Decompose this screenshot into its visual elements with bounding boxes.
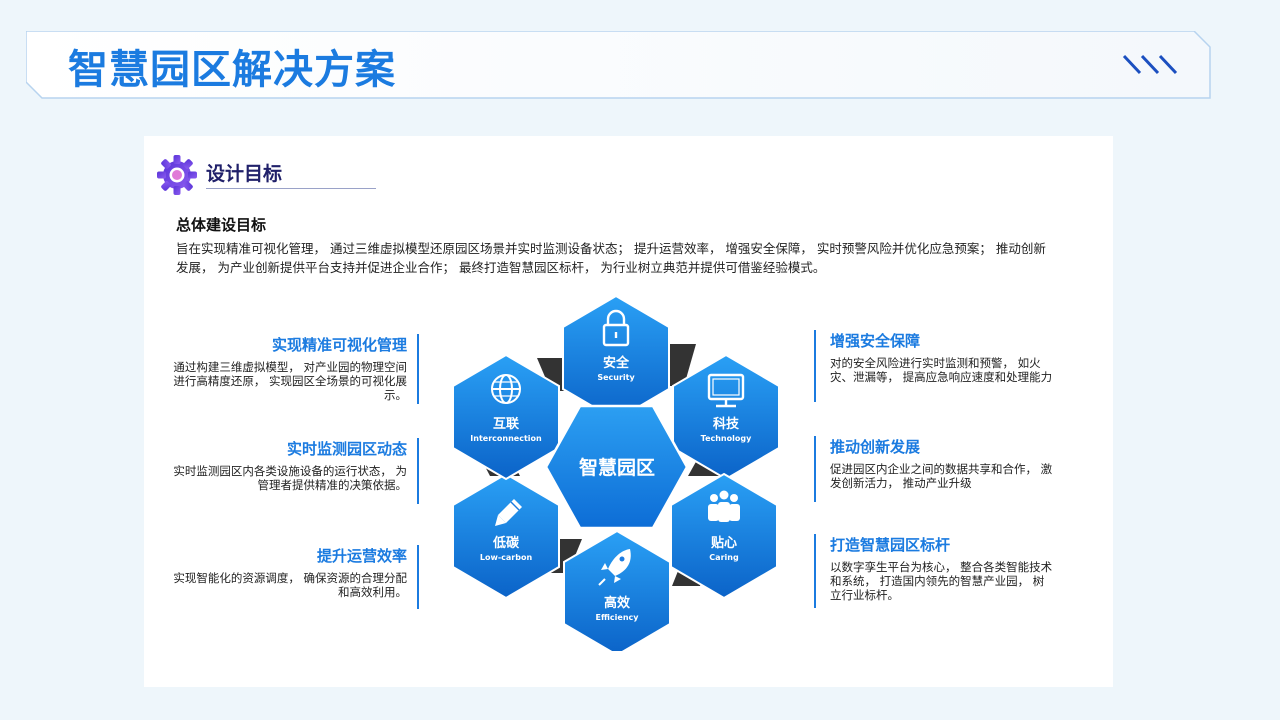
hex-label-zh: 科技 bbox=[713, 416, 740, 432]
hex-security: 安全 Security bbox=[562, 294, 670, 422]
title-bar: 智慧园区解决方案 bbox=[26, 31, 1211, 99]
gear-icon bbox=[157, 155, 197, 195]
stripes-decoration bbox=[1122, 54, 1178, 75]
left-item-visualization: 实现精准可视化管理 通过构建三维虚拟模型， 对产业园的物理空间进行高精度还原， … bbox=[164, 334, 419, 404]
hex-technology: 科技 Technology bbox=[672, 353, 780, 481]
left-item-monitoring: 实时监测园区动态 实时监测园区内各类设施设备的运行状态， 为管理者提供精准的决策… bbox=[164, 438, 419, 504]
hex-low-carbon: 低碳 Low-carbon bbox=[452, 472, 560, 600]
hex-center: 智慧园区 bbox=[544, 404, 689, 530]
hex-label-zh: 低碳 bbox=[492, 535, 520, 551]
section-underline bbox=[206, 188, 376, 189]
hex-label-zh: 高效 bbox=[604, 595, 631, 611]
overall-body: 旨在实现精准可视化管理， 通过三维虚拟模型还原园区场景并实时监测设备状态； 提升… bbox=[176, 241, 1046, 275]
right-item-benchmark: 打造智慧园区标杆 以数字孪生平台为核心， 整合各类智能技术和系统， 打造国内领先… bbox=[814, 534, 1054, 608]
hex-label-en: Efficiency bbox=[596, 613, 640, 622]
item-desc: 实时监测园区内各类设施设备的运行状态， 为管理者提供精准的决策依据。 bbox=[173, 464, 407, 492]
hexagon-diagram: 安全 Security 科技 Technology 贴心 Caring 高效 E… bbox=[452, 294, 780, 651]
overall-heading: 总体建设目标 bbox=[176, 216, 267, 234]
hex-label-en: Caring bbox=[709, 553, 739, 562]
hex-interconnection: 互联 Interconnection bbox=[452, 353, 560, 481]
item-title: 推动创新发展 bbox=[830, 438, 921, 456]
content-card: 设计目标 总体建设目标 旨在实现精准可视化管理， 通过三维虚拟模型还原园区场景并… bbox=[144, 136, 1113, 687]
hex-label-en: Interconnection bbox=[470, 434, 542, 443]
item-title: 增强安全保障 bbox=[830, 332, 921, 350]
hex-center-label: 智慧园区 bbox=[579, 456, 655, 479]
hex-label-en: Low-carbon bbox=[480, 553, 533, 562]
item-desc: 实现智能化的资源调度， 确保资源的合理分配和高效利用。 bbox=[173, 571, 407, 599]
item-title: 打造智慧园区标杆 bbox=[830, 536, 951, 554]
hex-label-zh: 贴心 bbox=[711, 535, 737, 551]
section-header: 设计目标 bbox=[156, 154, 376, 195]
hex-label-zh: 安全 bbox=[603, 355, 630, 371]
section-title: 设计目标 bbox=[206, 163, 283, 185]
right-item-safety: 增强安全保障 对的安全风险进行实时监测和预警， 如火灾、泄漏等， 提高应急响应速… bbox=[814, 330, 1054, 402]
left-item-efficiency: 提升运营效率 实现智能化的资源调度， 确保资源的合理分配和高效利用。 bbox=[164, 545, 419, 609]
people-icon bbox=[708, 490, 740, 522]
right-item-innovation: 推动创新发展 促进园区内企业之间的数据共享和合作， 激发创新活力， 推动产业升级 bbox=[814, 436, 1054, 502]
item-desc: 通过构建三维虚拟模型， 对产业园的物理空间进行高精度还原， 实现园区全场景的可视… bbox=[173, 360, 407, 402]
hex-label-zh: 互联 bbox=[493, 417, 519, 432]
hex-efficiency: 高效 Efficiency bbox=[563, 529, 671, 651]
item-title: 实现精准可视化管理 bbox=[271, 336, 407, 354]
item-title: 提升运营效率 bbox=[316, 547, 407, 565]
item-title: 实时监测园区动态 bbox=[286, 440, 407, 458]
hex-label-en: Security bbox=[597, 373, 635, 382]
page-title: 智慧园区解决方案 bbox=[68, 47, 396, 93]
item-desc: 以数字孪生平台为核心， 整合各类智能技术和系统， 打造国内领先的智慧产业园， 树… bbox=[830, 560, 1053, 602]
item-desc: 对的安全风险进行实时监测和预警， 如火灾、泄漏等， 提高应急响应速度和处理能力 bbox=[830, 356, 1053, 384]
hex-label-en: Technology bbox=[701, 434, 752, 443]
item-desc: 促进园区内企业之间的数据共享和合作， 激发创新活力， 推动产业升级 bbox=[830, 462, 1053, 490]
